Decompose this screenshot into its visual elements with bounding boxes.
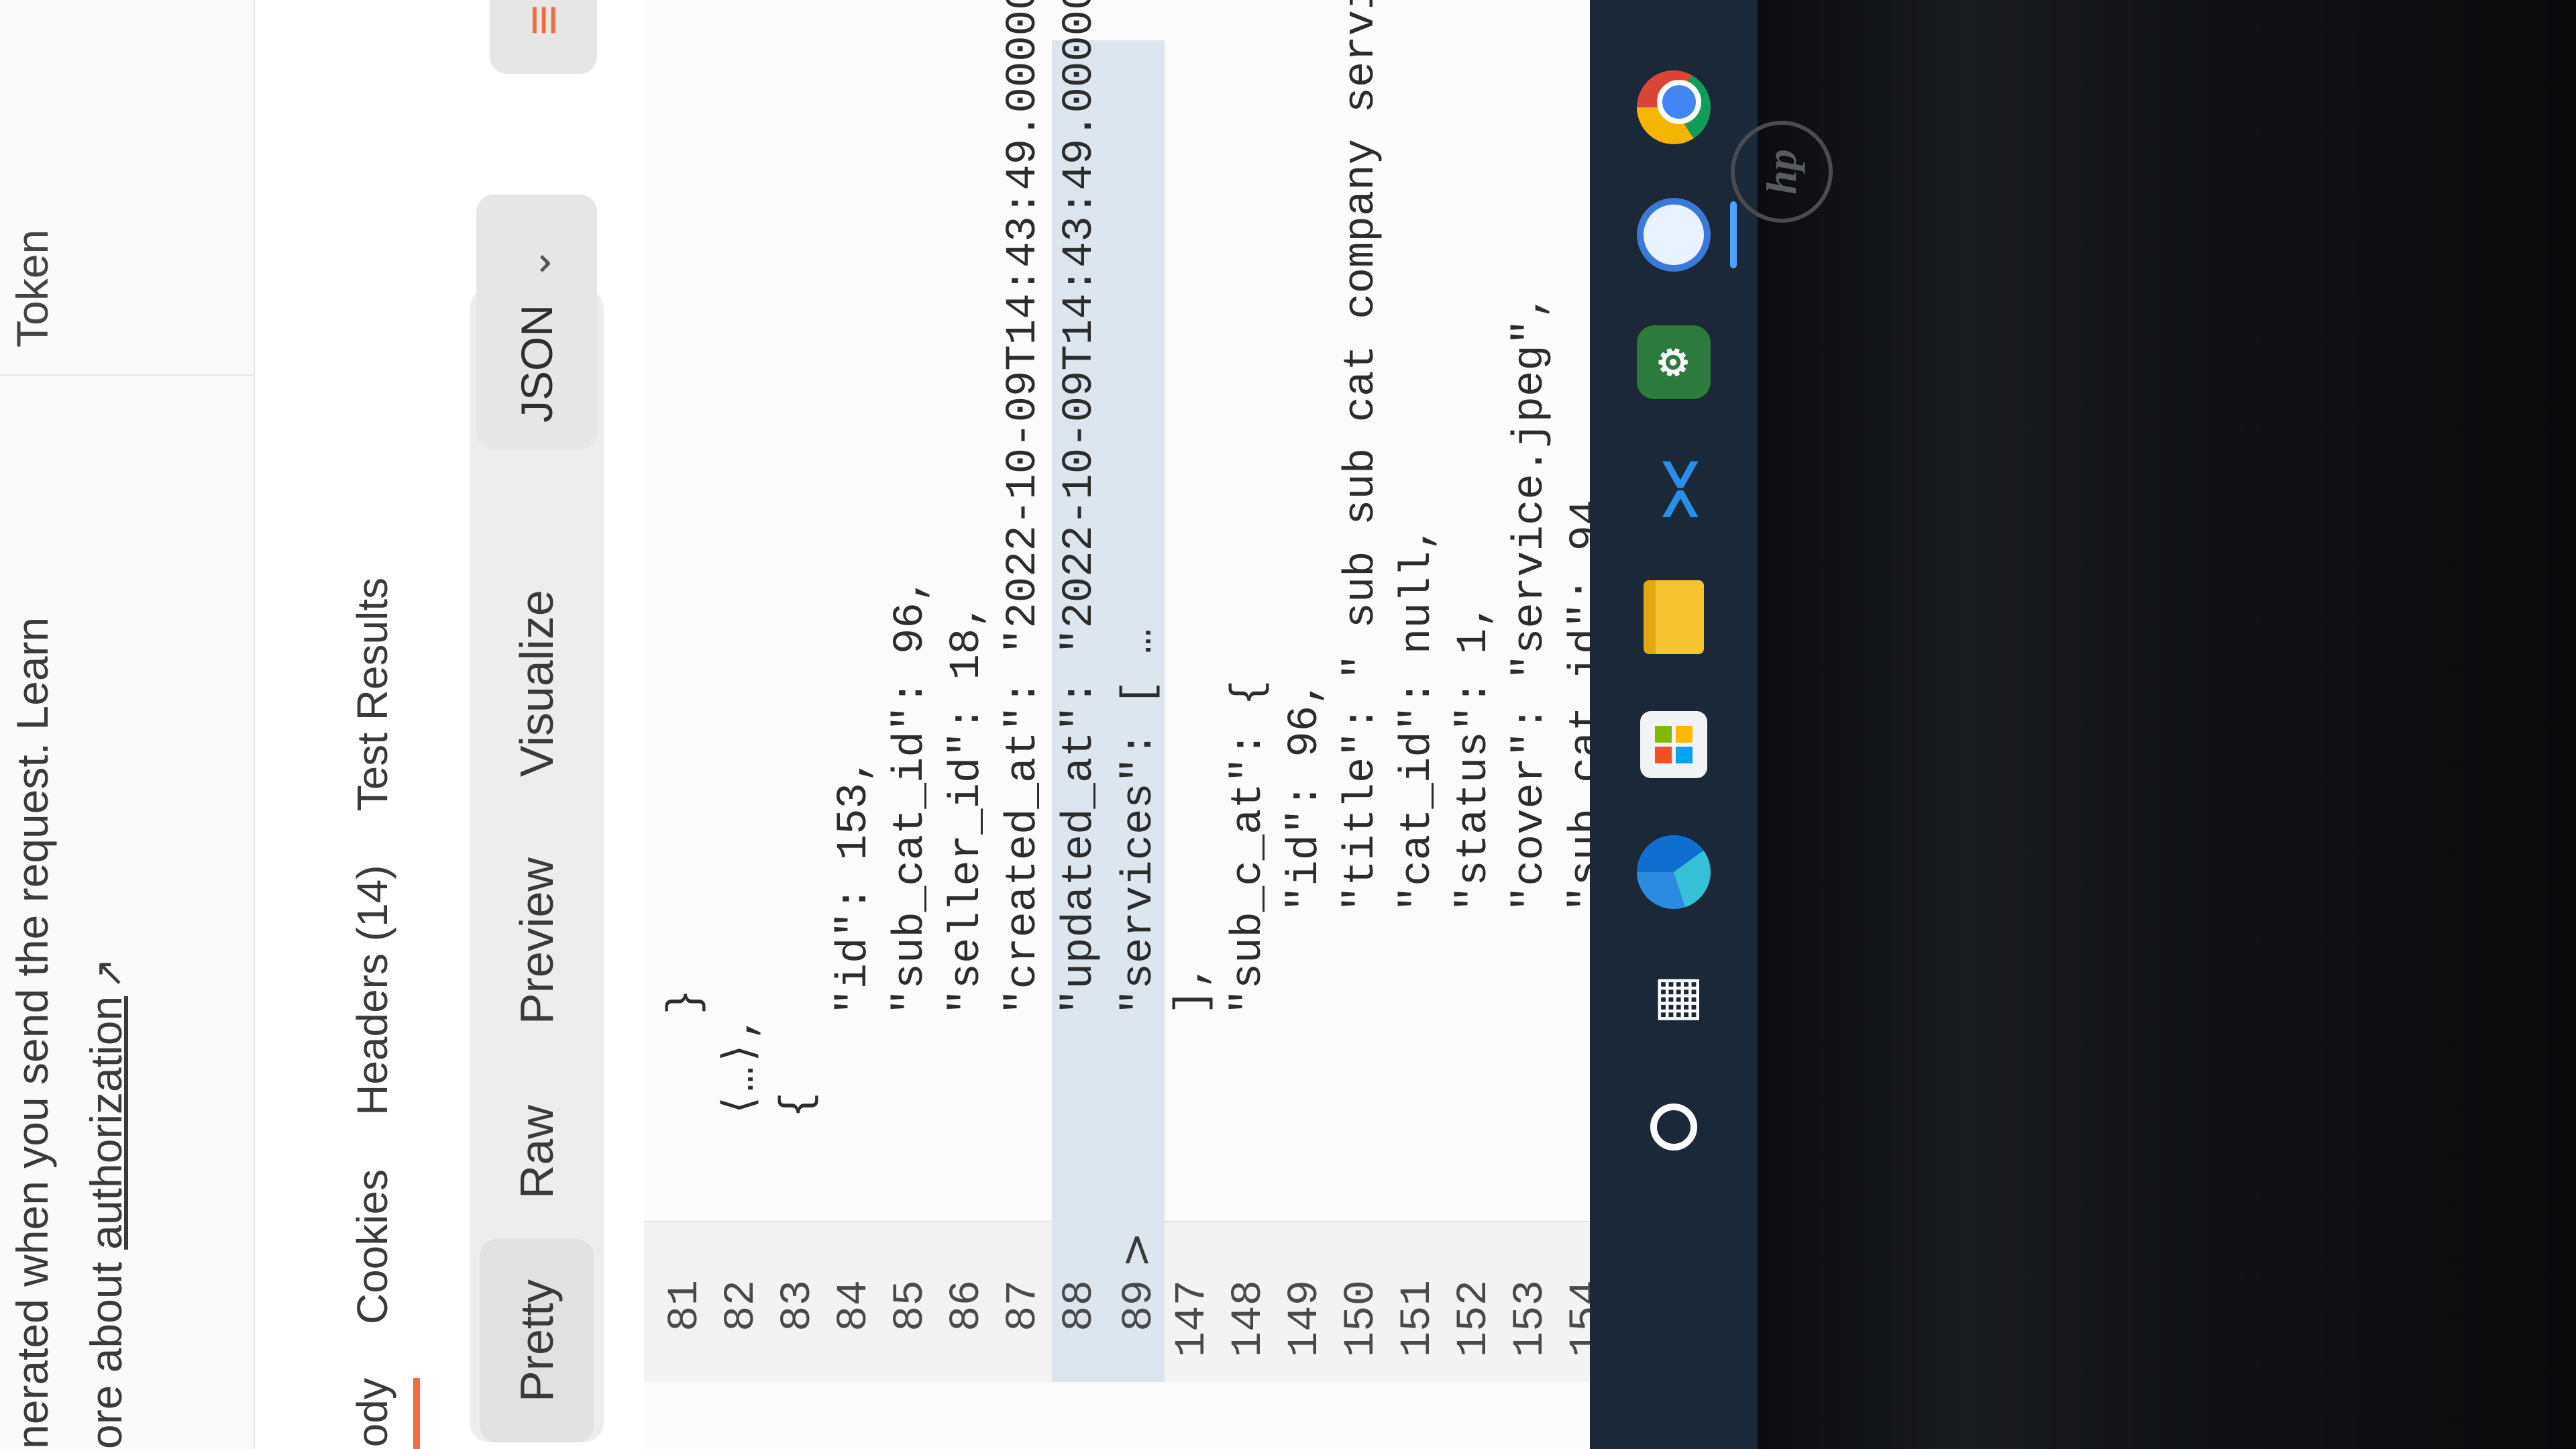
line-number: 86 [943, 1280, 991, 1332]
code-line: 89 > "services": [ … [1108, 40, 1165, 1382]
token-label: Token [7, 229, 57, 347]
response-body-viewer[interactable]: 81 } 82 ⟨…⟩, 83 {84 "id": 153, 85 "sub_cat_… [644, 0, 1717, 1449]
authorization-panel: nerated when you send the request. Learn… [0, 0, 255, 1449]
code-line: 152 "status": 1, [1446, 40, 1503, 1382]
file-explorer-icon[interactable] [1633, 577, 1714, 657]
format-button-group: Pretty Raw Preview Visualize [470, 288, 604, 1442]
windows-taskbar: ▦ ⪥ ⚙ [1590, 0, 1758, 1449]
code-line: 153 "cover": "service.jpeg", [1503, 40, 1559, 1382]
code-line: 81 } [657, 40, 714, 1382]
line-number: 147 [1169, 1280, 1217, 1358]
auth-help-line1: nerated when you send the request. Learn [7, 616, 57, 1449]
code-text: ⟨…⟩, [718, 1014, 766, 1221]
line-number: 151 [1394, 1280, 1442, 1358]
hp-logo: hp [1731, 121, 1833, 223]
code-line: 147 ], [1165, 40, 1221, 1382]
line-number: 85 [887, 1280, 935, 1332]
pretty-button[interactable]: Pretty [480, 1239, 594, 1442]
task-view-icon[interactable]: ▦ [1633, 959, 1714, 1040]
code-text: "id": 153, [830, 757, 879, 1221]
code-text: "created_at": "2022-10-09T14:43:49.00000… [1000, 0, 1048, 1221]
authorization-link[interactable]: authorization [81, 996, 131, 1250]
tab-headers[interactable]: Headers (14) [347, 865, 397, 1116]
line-number: 83 [774, 1280, 822, 1332]
tab-cookies[interactable]: Cookies [347, 1169, 397, 1324]
code-line: 82 ⟨…⟩, [714, 40, 770, 1382]
line-number: 84 [830, 1280, 879, 1332]
code-text: "services": [ … [1116, 628, 1164, 1221]
preview-button[interactable]: Preview [480, 817, 594, 1065]
code-text: "cat_id": null, [1394, 525, 1442, 1221]
laptop-screen: nerated when you send the request. Learn… [0, 0, 1758, 1449]
code-text: } [661, 989, 710, 1221]
line-number: 81 [661, 1280, 710, 1332]
code-text: "sub_cat_id": 96, [887, 576, 935, 1221]
code-text: "title": " sub sub cat company service", [1338, 0, 1386, 1221]
search-icon[interactable] [1633, 1087, 1714, 1167]
code-line: 87 "created_at": "2022-10-09T14:43:49.00… [996, 0, 1052, 1382]
chrome-icon[interactable] [1633, 67, 1714, 148]
format-select[interactable]: JSON ⌄ [476, 195, 597, 449]
wrap-lines-icon[interactable]: ≡ [490, 0, 597, 74]
code-line: 84 "id": 153, [826, 40, 883, 1382]
code-line: 151 "cat_id": null, [1390, 40, 1446, 1382]
line-number: 149 [1281, 1280, 1330, 1358]
format-toolbar: Pretty Raw Preview Visualize JSON ⌄ ≡ [470, 0, 604, 1449]
meet-icon[interactable] [1633, 195, 1714, 275]
visualize-button[interactable]: Visualize [480, 549, 594, 817]
auth-help-line2: ore about authorization ↗ [80, 958, 131, 1449]
code-text: { [774, 1091, 822, 1221]
line-number: 89 [1116, 1280, 1164, 1332]
app-icon[interactable]: ⚙ [1633, 322, 1714, 402]
line-number: 88 [1056, 1280, 1104, 1332]
code-line: 149 "id": 96, [1277, 40, 1334, 1382]
laptop-bezel [1758, 0, 2576, 1449]
code-text: "seller_id": 18, [943, 602, 991, 1221]
line-number: 87 [1000, 1280, 1048, 1332]
format-select-value: JSON [512, 304, 561, 423]
token-column: Token [0, 0, 255, 376]
response-tabs: Body Cookies Headers (14) Test Results [322, 0, 423, 1449]
code-line: 150 "title": " sub sub cat company servi… [1334, 0, 1390, 1382]
store-icon[interactable] [1633, 704, 1714, 785]
line-number: 150 [1338, 1280, 1386, 1358]
edge-icon[interactable] [1633, 832, 1714, 912]
auth-help-prefix: ore about [81, 1249, 131, 1449]
code-line: 148 "sub_c_at": { [1221, 40, 1277, 1382]
code-text: "cover": "service.jpeg", [1507, 293, 1555, 1221]
code-line: 83 { [770, 40, 826, 1382]
code-text: "id": 96, [1281, 680, 1330, 1221]
line-number: 153 [1507, 1280, 1555, 1358]
line-number: 152 [1450, 1280, 1499, 1358]
line-number: 148 [1225, 1280, 1273, 1358]
chevron-down-icon: ⌄ [514, 246, 559, 280]
code-text: ], [1169, 963, 1217, 1221]
vscode-icon[interactable]: ⪥ [1633, 449, 1714, 530]
external-link-icon: ↗ [87, 957, 129, 989]
code-text: "updated_at": "2022-10-09T14:43:49.00000… [1056, 0, 1104, 1221]
expand-chevron-icon[interactable]: > [1108, 1221, 1165, 1268]
code-text: "status": 1, [1450, 602, 1499, 1221]
code-text: "sub_c_at": { [1225, 680, 1273, 1221]
code-line: 85 "sub_cat_id": 96, [883, 40, 939, 1382]
postman-window: nerated when you send the request. Learn… [0, 0, 1758, 1449]
tab-body[interactable]: Body [347, 1378, 397, 1449]
code-line: 88 "updated_at": "2022-10-09T14:43:49.00… [1052, 0, 1108, 1382]
line-number: 82 [718, 1280, 766, 1332]
tab-test-results[interactable]: Test Results [347, 578, 397, 812]
code-line: 86 "seller_id": 18, [939, 40, 996, 1382]
raw-button[interactable]: Raw [480, 1065, 594, 1239]
